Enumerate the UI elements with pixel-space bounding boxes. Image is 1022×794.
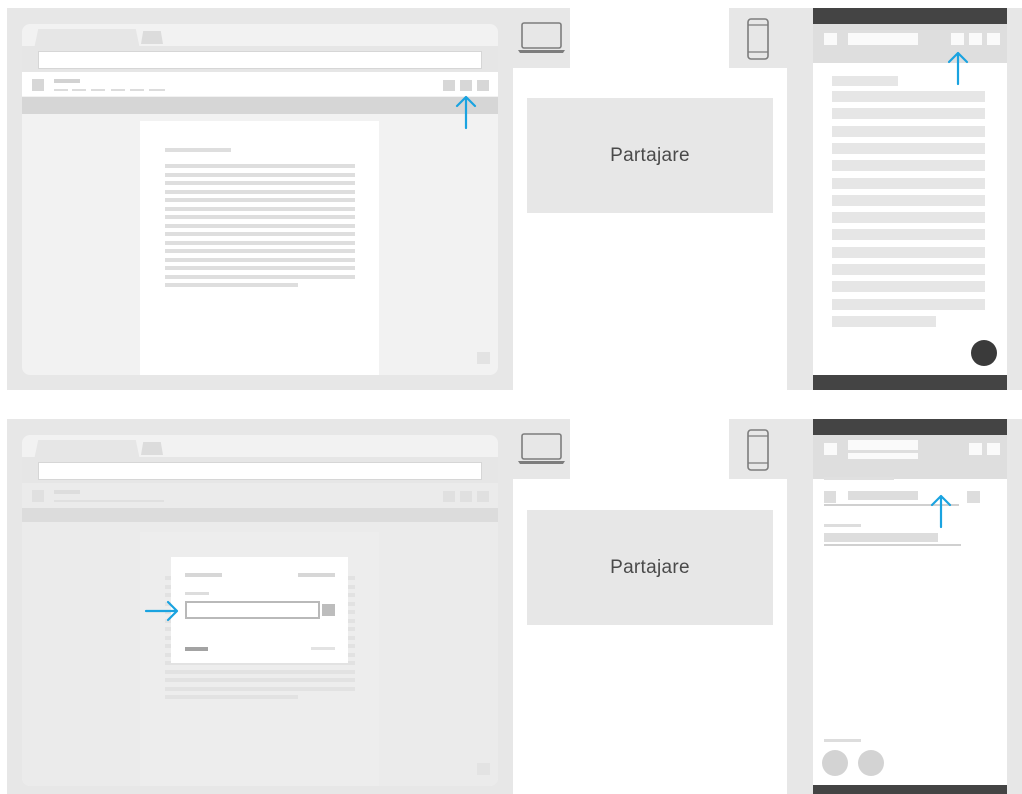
mobile-back-button[interactable] xyxy=(824,443,837,455)
text-line xyxy=(165,164,355,168)
arrow-icon xyxy=(947,51,969,86)
text-line xyxy=(165,232,355,236)
mobile-menu-button[interactable] xyxy=(824,33,837,45)
text-line xyxy=(165,249,355,253)
text-line xyxy=(165,198,355,202)
arrow-icon xyxy=(455,95,477,130)
share-dialog xyxy=(171,557,348,663)
text-line xyxy=(832,177,985,189)
text-line xyxy=(832,194,985,206)
phone-icon xyxy=(747,429,769,471)
fab-button[interactable] xyxy=(971,340,997,366)
mobile-settings-button[interactable] xyxy=(967,491,980,503)
email-field[interactable] xyxy=(185,601,320,619)
doc-title-line xyxy=(165,148,231,152)
dialog-close[interactable] xyxy=(298,573,335,577)
app-logo xyxy=(32,79,44,91)
text-line xyxy=(165,257,355,262)
corner-button[interactable] xyxy=(477,352,490,364)
text-line xyxy=(165,215,355,219)
mobile-avatar[interactable] xyxy=(858,750,884,776)
mobile-email-field[interactable] xyxy=(848,491,918,500)
advanced-link[interactable] xyxy=(311,647,335,650)
text-line xyxy=(165,223,355,228)
settings-button[interactable] xyxy=(322,604,335,616)
text-line xyxy=(165,240,355,245)
arrow-icon xyxy=(930,494,952,529)
text-line xyxy=(832,281,985,293)
text-line xyxy=(832,264,985,275)
mobile-toolbar-button[interactable] xyxy=(951,33,964,45)
send-button[interactable] xyxy=(185,647,208,651)
laptop-icon xyxy=(518,433,565,464)
dialog-title xyxy=(185,573,222,577)
document-page xyxy=(140,121,379,375)
text-line xyxy=(832,91,985,102)
toolbar-button[interactable] xyxy=(443,80,455,91)
text-line xyxy=(165,678,355,682)
text-line xyxy=(832,212,985,224)
text-line xyxy=(165,181,355,185)
text-line xyxy=(832,160,985,172)
share-label-top: Partajare xyxy=(527,98,773,213)
text-line xyxy=(832,298,985,310)
text-line xyxy=(165,266,355,270)
browser-tab-new xyxy=(141,442,163,455)
phone-screen-bottom xyxy=(813,419,1007,794)
text-line xyxy=(832,246,985,258)
text-line xyxy=(165,669,355,674)
text-line xyxy=(165,206,355,211)
doc-title-line xyxy=(832,76,898,86)
phone-icon xyxy=(747,18,769,60)
text-line xyxy=(832,229,985,241)
mobile-share-button[interactable] xyxy=(969,33,982,45)
toolbar-button[interactable] xyxy=(477,80,489,91)
share-toolbar-button[interactable] xyxy=(460,80,472,91)
address-bar xyxy=(38,462,482,480)
text-line xyxy=(832,125,985,137)
text-line xyxy=(832,315,936,327)
arrow-icon xyxy=(144,600,179,622)
text-line xyxy=(165,686,355,691)
mobile-toolbar-button[interactable] xyxy=(987,33,1000,45)
text-line xyxy=(165,189,355,194)
text-line xyxy=(832,108,985,120)
share-label-bottom: Partajare xyxy=(527,510,773,625)
text-line xyxy=(165,695,298,699)
address-bar xyxy=(38,51,482,69)
text-line xyxy=(165,172,355,177)
browser-tab-new xyxy=(141,31,163,44)
text-line xyxy=(165,274,355,279)
mobile-avatar[interactable] xyxy=(822,750,848,776)
laptop-icon xyxy=(518,22,565,53)
text-line xyxy=(165,283,298,287)
text-line xyxy=(832,142,985,154)
